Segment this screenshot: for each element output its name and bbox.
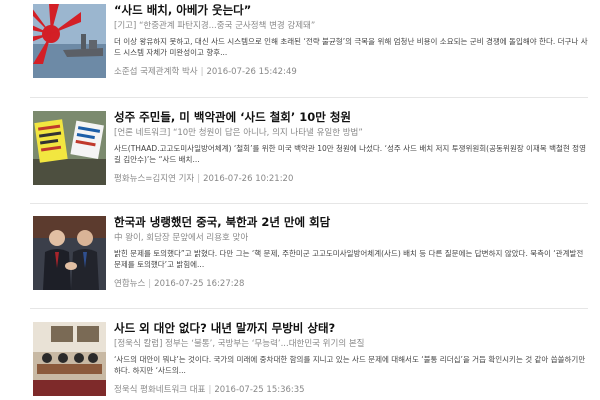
article-thumbnail[interactable]	[33, 216, 106, 290]
article-list: “사드 배치, 아베가 웃는다” [기고] “한중관계 파탄지경...중국 군사…	[0, 0, 600, 400]
article-title[interactable]: “사드 배치, 아베가 웃는다”	[114, 2, 592, 18]
article-meta: 소준섭 국제관계학 박사 | 2016-07-26 15:42:49	[114, 66, 592, 78]
article-subtitle: [언론 네트워크] “10만 청원이 답은 아니나, 의지 나타낼 유일한 방법…	[114, 128, 363, 138]
article-thumbnail[interactable]	[33, 322, 106, 396]
article-date: 2016-07-26 10:21:20	[203, 174, 294, 184]
article-subtitle: [기고] “한중관계 파탄지경...중국 군사정책 변경 강제돼”	[114, 21, 316, 31]
article-date: 2016-07-25 15:36:35	[214, 385, 305, 395]
article-title[interactable]: 한국과 냉랭했던 중국, 북한과 2년 만에 회담	[114, 214, 592, 230]
meta-separator: |	[208, 385, 212, 395]
meeting-room-photo-icon	[33, 322, 106, 396]
protest-signs-photo-icon	[33, 111, 106, 185]
article-title[interactable]: 사드 외 대안 없다? 내년 말까지 무방비 상태?	[114, 320, 592, 336]
article-thumbnail[interactable]	[33, 111, 106, 185]
article-meta: 정욱식 평화네트워크 대표 | 2016-07-25 15:36:35	[114, 384, 592, 396]
article-author: 정욱식 평화네트워크 대표	[114, 385, 206, 395]
diplomats-handshake-photo-icon	[33, 216, 106, 290]
article-subtitle: [정욱식 칼럼] 정부는 ‘불통’, 국방부는 ‘무능력’...대한민국 위기의…	[114, 339, 365, 349]
article-author: 연합뉴스	[114, 279, 146, 289]
article-excerpt: 밝힌 문제를 토의했다”고 밝혔다. 다만 그는 ‘핵 문제, 주한미군 고고도…	[114, 249, 584, 269]
article-thumbnail[interactable]	[33, 4, 106, 78]
article-subtitle: 中 왕이, 회담장 문앞에서 리용호 맞아	[114, 233, 249, 243]
article-date: 2016-07-26 15:42:49	[206, 67, 297, 77]
meta-separator: |	[148, 279, 152, 289]
article-excerpt: ‘사드의 대안이 뭐냐’는 것이다. 국가의 미래에 중차대한 함의를 지니고 …	[114, 355, 586, 375]
article-meta: 연합뉴스 | 2016-07-25 16:27:28	[114, 278, 592, 290]
article-meta: 평화뉴스=김지연 기자 | 2016-07-26 10:21:20	[114, 173, 592, 185]
article-excerpt: 더 이상 왕유하지 못하고, 대신 사드 시스템으로 인해 초래된 ‘전략 불균…	[114, 37, 588, 57]
rising-sun-flag-warship-photo-icon	[33, 4, 106, 78]
meta-separator: |	[197, 174, 201, 184]
divider	[30, 203, 588, 204]
article-excerpt: 사드(THAAD.고고도미사일방어체계) ‘철회’를 위한 미국 백악관 10만…	[114, 144, 586, 164]
article-author: 소준섭 국제관계학 박사	[114, 67, 198, 77]
divider	[30, 97, 588, 98]
article-title[interactable]: 성주 주민들, 미 백악관에 ‘사드 철회’ 10만 청원	[114, 109, 592, 125]
article-date: 2016-07-25 16:27:28	[154, 279, 245, 289]
divider	[30, 308, 588, 309]
article-author: 평화뉴스=김지연 기자	[114, 174, 195, 184]
meta-separator: |	[200, 67, 204, 77]
